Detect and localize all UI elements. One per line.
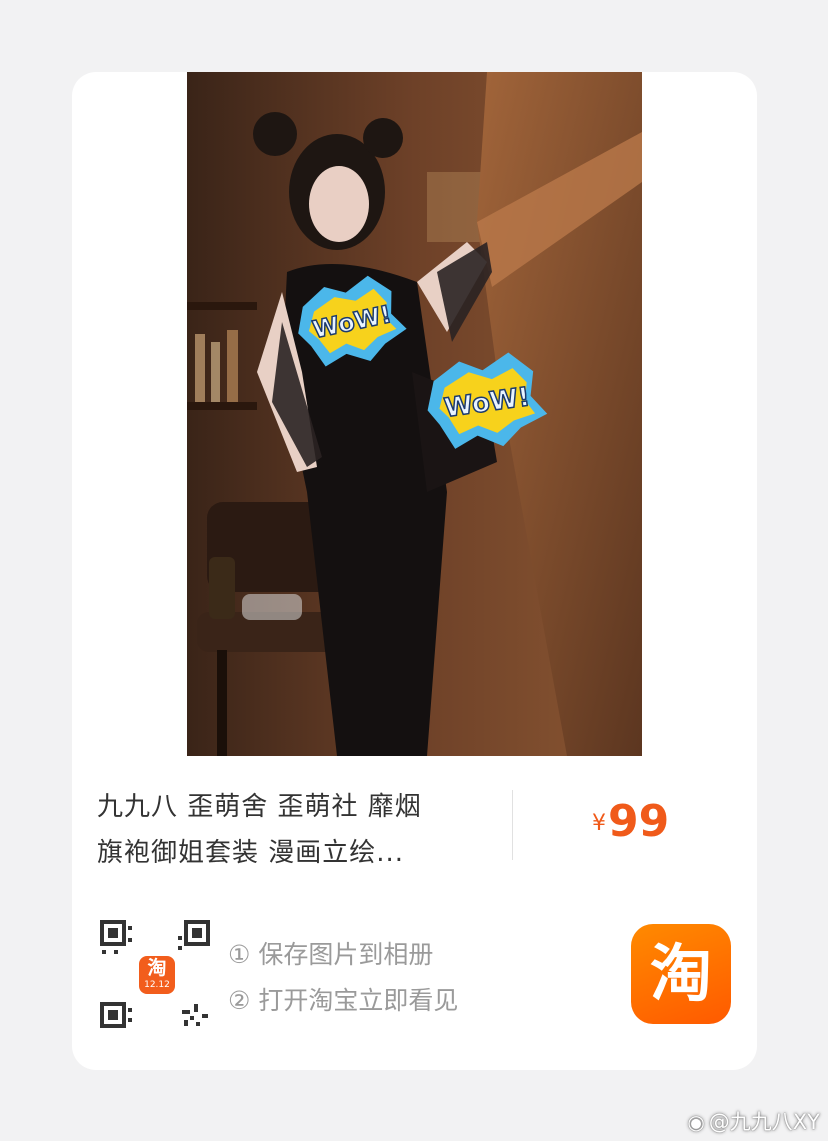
qr-badge-sub: 12.12 [144,980,170,990]
product-photo-illustration: WoW! WoW! [187,72,642,756]
product-price: ¥99 [592,796,669,847]
weibo-icon: ◉ [687,1110,705,1134]
qr-code[interactable]: 淘 12.12 [98,918,212,1032]
weibo-watermark: ◉ @九九八XY [687,1106,820,1136]
product-title[interactable]: 九九八 歪萌舍 歪萌社 靡烟 旗袍御姐套装 漫画立绘... [97,784,497,876]
qr-badge-char: 淘 [147,957,167,979]
product-title-line2: 旗袍御姐套装 漫画立绘... [97,838,405,868]
watermark-text: @九九八XY [708,1110,820,1134]
step-save-image: ① 保存图片到相册 [228,940,434,969]
title-price-divider [512,790,513,860]
taobao-app-icon[interactable]: 淘 [631,924,731,1024]
taobao-badge-icon: 淘 12.12 [139,956,175,994]
share-steps: ① 保存图片到相册 ② 打开淘宝立即看见 [228,932,458,1024]
product-share-card[interactable]: WoW! WoW! 九九八 歪萌舍 歪萌社 靡烟 旗袍御姐套装 漫画立绘... … [72,72,757,1070]
product-title-line1: 九九八 歪萌舍 歪萌社 靡烟 [97,792,422,822]
step-open-taobao: ② 打开淘宝立即看见 [228,986,459,1015]
product-photo[interactable]: WoW! WoW! [187,72,642,756]
price-value: 99 [608,796,670,847]
price-currency-symbol: ¥ [592,811,606,836]
